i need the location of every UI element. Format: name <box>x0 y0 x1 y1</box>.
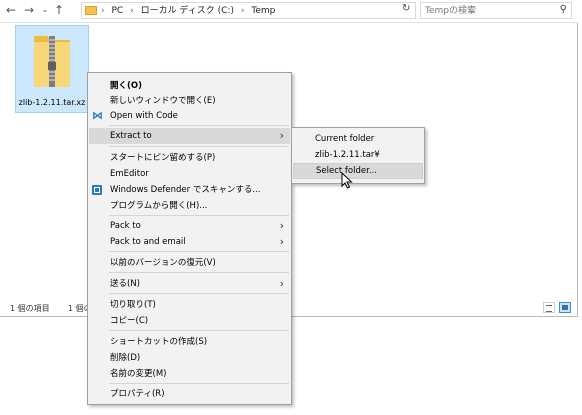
menu-separator <box>109 383 289 384</box>
search-icon[interactable]: ⚲ <box>560 4 567 15</box>
breadcrumb-temp[interactable]: Temp <box>251 6 275 16</box>
menu-item-open-with-code[interactable]: ⋈ Open with Code <box>89 108 290 124</box>
menu-separator <box>109 272 289 273</box>
menu-item-label: 以前のバージョンの復元(V) <box>110 258 216 268</box>
menu-separator <box>109 146 289 147</box>
menu-item-delete[interactable]: 削除(D) <box>89 350 290 366</box>
menu-item-pack-to-email[interactable]: Pack to and email › <box>89 234 290 250</box>
item-count: 1 個の項目 <box>10 304 50 313</box>
submenu-arrow-icon: › <box>279 277 284 290</box>
menu-separator <box>109 293 289 294</box>
submenu-arrow-icon: › <box>279 219 284 232</box>
folder-icon <box>85 6 97 15</box>
menu-item-label: ショートカットの作成(S) <box>110 337 208 347</box>
menu-item-label: スタートにピン留めする(P) <box>110 153 216 163</box>
menu-item-label: Windows Defender でスキャンする... <box>110 185 261 195</box>
menu-separator <box>109 251 289 252</box>
menu-item-label: 新しいウィンドウで開く(E) <box>110 96 216 106</box>
menu-item-label: EmEditor <box>110 169 149 179</box>
windows-defender-icon <box>92 185 102 195</box>
mouse-cursor-icon <box>341 172 353 189</box>
submenu-item-label: Current folder <box>315 134 375 144</box>
menu-item-label: 切り取り(T) <box>110 300 156 310</box>
menu-item-create-shortcut[interactable]: ショートカットの作成(S) <box>89 334 290 350</box>
menu-item-defender-scan[interactable]: Windows Defender でスキャンする... <box>89 182 290 198</box>
navigation-bar: ← → ⌄ ↑ › PC › ローカル ディスク (C:) › Temp ⌄ ↻… <box>0 0 578 23</box>
breadcrumb-separator: › <box>101 6 105 16</box>
context-menu: 開く(O) 新しいウィンドウで開く(E) ⋈ Open with Code Ex… <box>87 72 292 405</box>
search-placeholder: Tempの検索 <box>425 6 476 16</box>
menu-item-properties[interactable]: プロパティ(R) <box>89 386 290 402</box>
up-arrow-icon[interactable]: ↑ <box>52 3 66 17</box>
large-icons-view-icon[interactable] <box>559 302 571 313</box>
breadcrumb: › PC › ローカル ディスク (C:) › Temp <box>101 5 279 17</box>
menu-item-label: Pack to and email <box>110 237 186 247</box>
menu-item-pack-to[interactable]: Pack to › <box>89 218 290 234</box>
file-item[interactable]: zlib-1.2.11.tar.xz <box>15 25 89 113</box>
breadcrumb-pc[interactable]: PC <box>111 6 123 16</box>
menu-item-label: 送る(N) <box>110 279 140 289</box>
recent-locations-chevron-icon[interactable]: ⌄ <box>38 3 52 17</box>
menu-item-label: 削除(D) <box>110 353 141 363</box>
menu-item-restore-previous-versions[interactable]: 以前のバージョンの復元(V) <box>89 255 290 271</box>
menu-item-send-to[interactable]: 送る(N) › <box>89 276 290 292</box>
back-arrow-icon[interactable]: ← <box>4 3 18 17</box>
details-view-icon[interactable] <box>543 302 555 313</box>
menu-item-label: Extract to <box>110 131 152 141</box>
submenu-item-zlib-folder[interactable]: zlib-1.2.11.tar¥ <box>293 147 423 163</box>
menu-item-extract-to[interactable]: Extract to › <box>89 128 290 144</box>
menu-item-label: 開く(O) <box>110 81 142 91</box>
extract-to-submenu: Current folder zlib-1.2.11.tar¥ Select f… <box>291 127 425 184</box>
menu-separator <box>109 330 289 331</box>
menu-item-rename[interactable]: 名前の変更(M) <box>89 366 290 382</box>
menu-item-open-new-window[interactable]: 新しいウィンドウで開く(E) <box>89 93 290 109</box>
menu-separator <box>109 125 289 126</box>
refresh-icon[interactable]: ↻ <box>402 3 410 14</box>
address-bar[interactable]: › PC › ローカル ディスク (C:) › Temp ⌄ <box>81 2 476 19</box>
submenu-item-current-folder[interactable]: Current folder <box>293 131 423 147</box>
file-name: zlib-1.2.11.tar.xz <box>18 98 86 107</box>
submenu-arrow-icon: › <box>279 129 284 142</box>
menu-item-open-with[interactable]: プログラムから開く(H)... <box>89 198 290 214</box>
submenu-arrow-icon: › <box>279 235 284 248</box>
menu-item-label: Pack to <box>110 221 141 231</box>
menu-item-copy[interactable]: コピー(C) <box>89 313 290 329</box>
menu-separator <box>109 215 289 216</box>
forward-arrow-icon[interactable]: → <box>22 3 36 17</box>
menu-item-open[interactable]: 開く(O) <box>89 78 290 94</box>
menu-item-label: コピー(C) <box>110 316 149 326</box>
menu-item-cut[interactable]: 切り取り(T) <box>89 297 290 313</box>
zip-folder-icon <box>34 36 70 87</box>
breadcrumb-local-disk[interactable]: ローカル ディスク (C:) <box>141 6 234 16</box>
submenu-item-label: zlib-1.2.11.tar¥ <box>315 150 380 160</box>
breadcrumb-separator: › <box>240 6 245 16</box>
vscode-icon: ⋈ <box>92 109 103 122</box>
search-box[interactable]: Tempの検索 ⚲ <box>420 2 572 19</box>
menu-item-pin-to-start[interactable]: スタートにピン留めする(P) <box>89 150 290 166</box>
breadcrumb-separator: › <box>130 6 134 16</box>
menu-item-label: プログラムから開く(H)... <box>110 201 208 211</box>
submenu-item-select-folder[interactable]: Select folder... <box>293 163 423 179</box>
menu-item-emeditor[interactable]: EmEditor <box>89 166 290 182</box>
menu-item-label: 名前の変更(M) <box>110 369 167 379</box>
menu-item-label: Open with Code <box>110 111 178 121</box>
menu-item-label: プロパティ(R) <box>110 389 165 399</box>
